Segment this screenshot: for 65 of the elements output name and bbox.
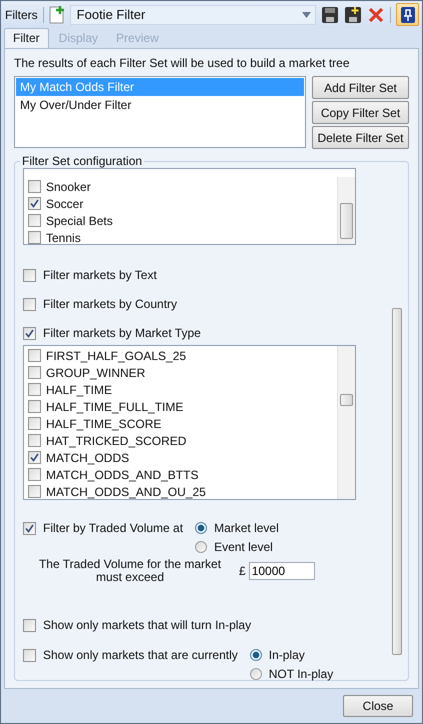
- filter-set-button[interactable]: Delete Filter Set: [312, 126, 409, 149]
- checkbox[interactable]: [28, 400, 41, 413]
- radio-button[interactable]: [195, 522, 208, 534]
- checkbox[interactable]: [28, 366, 41, 379]
- checkbox[interactable]: [23, 268, 36, 282]
- option-label: Show only markets that are currently: [43, 648, 238, 662]
- checkbox[interactable]: [28, 383, 41, 396]
- filter-dropdown[interactable]: Footie Filter: [70, 4, 316, 24]
- checkbox[interactable]: [23, 522, 36, 534]
- threshold-label: The Traded Volume for the market must exceed: [38, 558, 222, 584]
- market-type-label: FIRST_HALF_GOALS_25: [46, 348, 186, 362]
- option-label: Filter markets by Text: [43, 268, 157, 282]
- checkbox[interactable]: [28, 349, 41, 362]
- checkbox[interactable]: [28, 180, 41, 193]
- market-type-label: MATCH_ODDS: [46, 450, 130, 464]
- filter-set-button[interactable]: Add Filter Set: [312, 76, 409, 99]
- toolbar-label: Filters: [5, 8, 38, 22]
- new-document-icon[interactable]: [48, 6, 65, 24]
- sport-label: Tennis: [46, 230, 81, 244]
- radio-label: NOT In-play: [268, 666, 334, 680]
- sport-label: Snooker: [46, 180, 91, 194]
- market-type-label: MATCH_ODDS_AND_BTTS: [46, 468, 198, 482]
- radio-label: In-play: [268, 648, 305, 662]
- checkbox[interactable]: [23, 618, 36, 632]
- currency-symbol: £: [239, 564, 246, 578]
- save-as-icon[interactable]: [344, 6, 362, 24]
- pin-button[interactable]: [396, 3, 419, 26]
- market-type-label: HALF_TIME_SCORE: [46, 416, 162, 430]
- checkbox[interactable]: [23, 648, 36, 662]
- checkbox[interactable]: [23, 326, 36, 340]
- market-type-label: GROUP_WINNER: [46, 366, 146, 380]
- radio-button[interactable]: [195, 540, 208, 552]
- radio-label: Event level: [214, 540, 273, 554]
- filter-set-button[interactable]: Copy Filter Set: [312, 101, 409, 124]
- checkbox[interactable]: [28, 451, 41, 464]
- volume-input[interactable]: 10000: [248, 562, 315, 580]
- dropdown-arrow-icon: [302, 12, 311, 18]
- checkbox[interactable]: [28, 434, 41, 447]
- close-button[interactable]: Close: [343, 695, 413, 717]
- radio-button[interactable]: [250, 648, 262, 660]
- checkbox[interactable]: [28, 417, 41, 430]
- market-type-label: HAT_TRICKED_SCORED: [46, 434, 186, 448]
- checkbox[interactable]: [28, 468, 41, 481]
- checkbox[interactable]: [28, 485, 41, 498]
- checkbox[interactable]: [28, 197, 41, 210]
- market-type-label: HALF_TIME_FULL_TIME: [46, 400, 184, 414]
- save-icon[interactable]: [321, 6, 339, 24]
- option-label: Filter markets by Country: [43, 297, 178, 311]
- delete-icon[interactable]: [367, 6, 385, 24]
- group-title: Filter Set configuration: [20, 154, 144, 168]
- market-type-label: MATCH_ODDS_AND_OU_25: [46, 484, 206, 498]
- sport-label: Soccer: [46, 196, 84, 210]
- checkbox[interactable]: [28, 231, 41, 244]
- radio-label: Market level: [214, 520, 279, 534]
- option-label: Filter by Traded Volume at: [43, 521, 184, 535]
- sport-label: Special Bets: [46, 214, 113, 228]
- filter-set-item[interactable]: My Over/Under Filter: [16, 96, 304, 114]
- tab[interactable]: Filter: [4, 28, 49, 48]
- option-label: Filter markets by Market Type: [43, 326, 201, 340]
- radio-button[interactable]: [250, 668, 262, 680]
- checkbox[interactable]: [28, 214, 41, 227]
- checkbox[interactable]: [23, 298, 36, 310]
- market-type-label: HALF_TIME: [46, 382, 112, 396]
- option-label: Show only markets that will turn In-play: [43, 618, 252, 632]
- intro-text: The results of each Filter Set will be used to build a market tree: [14, 56, 350, 70]
